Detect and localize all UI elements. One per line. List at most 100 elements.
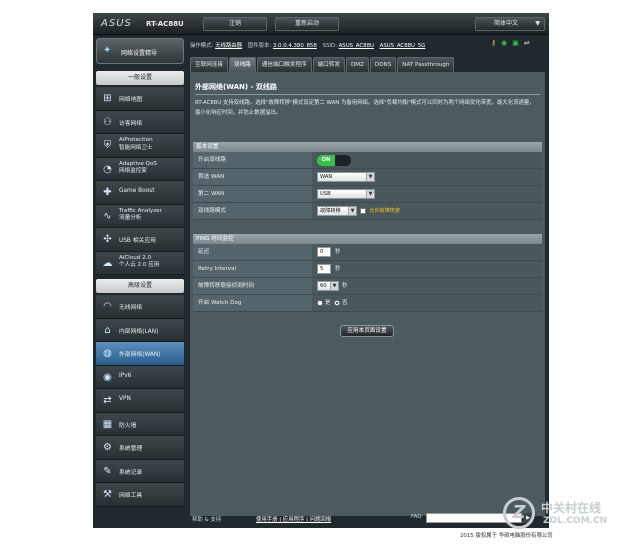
sidebar-item-game-boost[interactable]: ✚ Game Boost <box>96 181 184 205</box>
key-icon[interactable]: ⚷ <box>491 39 496 47</box>
tab-nat-passthrough[interactable]: NAT Passthrough <box>397 57 455 72</box>
sidebar-item-label: AiProtection 智能网络卫士 <box>119 137 153 151</box>
wifi-icon: ◠ <box>103 301 112 312</box>
failover-detect-label: 故障转移联接侦测时间 <box>193 278 312 294</box>
retry-interval-unit: 秒 <box>335 266 341 272</box>
dual-wan-mode-select[interactable]: 故障转移 ▼ <box>317 206 357 216</box>
firewall-icon: ▦ <box>102 418 113 430</box>
chevron-down-icon: ▼ <box>535 20 540 27</box>
gamepad-icon: ✚ <box>103 187 112 198</box>
usb-status-icon[interactable]: ⇌ <box>524 39 530 47</box>
sidebar: 一般设置 ⊞ 网络地图 ⚇ 访客网络 ⛨ AiProtection 智能网络卫士 ◔ Ad… <box>96 71 184 507</box>
faq-label: FAQ <box>411 514 422 520</box>
basic-settings-header: 基本设置 <box>193 142 542 152</box>
retry-interval-input[interactable]: 5 <box>317 264 331 274</box>
apply-button[interactable]: 应用本页面设置 <box>340 325 394 337</box>
quick-setup-button[interactable]: ✦ 网络设置精导 <box>96 38 184 64</box>
globe-icon: ◍ <box>103 348 112 359</box>
qos-icon: ◔ <box>103 163 112 175</box>
table-row: 开启 Watch Dog 是 否 <box>193 295 542 312</box>
table-row: Retry Interval 5秒 <box>193 261 542 278</box>
home-icon: ⌂ <box>104 324 111 336</box>
top-bar: ASUS RT-AC88U 注销 重新启动 简体中文 ▼ <box>93 13 549 35</box>
watchdog-no-radio[interactable] <box>334 300 340 306</box>
primary-wan-select[interactable]: WAN ▼ <box>317 172 375 182</box>
tab-port-trigger[interactable]: 通信端口触发程序 <box>256 57 312 72</box>
reboot-button[interactable]: 重新启动 <box>275 17 339 31</box>
sidebar-item-label: USB 相关应用 <box>119 238 156 244</box>
tab-internet[interactable]: 互联网连接 <box>190 57 228 72</box>
enable-dual-wan-toggle[interactable]: ON <box>317 155 351 166</box>
help-support-link[interactable]: 帮助 & 支持 <box>192 515 221 523</box>
secondary-wan-label: 第二 WAN <box>193 186 312 202</box>
sidebar-item-adaptive-qos[interactable]: ◔ Adaptive QoS 网络监控家 <box>96 157 184 181</box>
basic-settings-table: 基本设置 开启双线路 ON 首选 WAN WAN ▼ 第二 WAN USB ▼ 双线… <box>193 142 542 220</box>
status-icons: ⚷ ◉ ▣ ⇌ <box>491 39 535 47</box>
main-panel: 外部网络(WAN) - 双线路 RT-AC88U 支持双线路。选择"故障转移"模… <box>190 72 545 516</box>
sidebar-item-aicloud[interactable]: ☁ AiCloud 2.0 个人云 2.0 应用 <box>96 251 184 275</box>
allow-failback-checkbox[interactable] <box>360 208 366 214</box>
table-row: 双线路模式 故障转移 ▼ 允许故障恢复 <box>193 203 542 220</box>
quick-setup-label: 网络设置精导 <box>121 50 158 57</box>
sidebar-item-firewall[interactable]: ▦ 防火墙 <box>96 412 184 436</box>
ssid-24-link[interactable]: ASUS_AC88U <box>339 43 374 49</box>
client-icon[interactable]: ◉ <box>501 39 507 47</box>
footer: 帮助 & 支持 使用手册 | 应用程序 | 问题回报 FAQ ▶ <box>190 513 545 525</box>
sidebar-item-vpn[interactable]: ⇄ VPN <box>96 389 184 413</box>
tab-port-forwarding[interactable]: 端口转发 <box>312 57 345 72</box>
tools-icon: ⚒ <box>103 489 112 500</box>
op-mode-link[interactable]: 无线路由器 <box>215 43 242 49</box>
sidebar-item-ipv6[interactable]: ◉ IPv6 <box>96 365 184 389</box>
sidebar-item-label: 系统管理 <box>119 446 143 452</box>
firmware-link[interactable]: 3.0.0.4.380_858 <box>273 43 317 49</box>
tab-dual-wan[interactable]: 双线路 <box>228 57 256 72</box>
sidebar-item-traffic-analyzer[interactable]: ∿ Traffic Analyzer 流量分析 <box>96 204 184 228</box>
toggle-on-label: ON <box>317 155 335 166</box>
sidebar-item-label: Adaptive QoS 网络监控家 <box>119 160 157 175</box>
sidebar-item-lan[interactable]: ⌂ 内部网络(LAN) <box>96 318 184 342</box>
watchdog-yes-label: 是 <box>325 300 331 306</box>
tab-ddns[interactable]: DDNS <box>369 57 397 72</box>
zol-logo-icon: Z <box>503 497 535 529</box>
secondary-wan-value: USB <box>320 191 331 197</box>
traffic-icon: ∿ <box>103 210 112 222</box>
primary-wan-value: WAN <box>320 174 333 180</box>
sidebar-item-administration[interactable]: ⚙ 系统管理 <box>96 436 184 460</box>
page-description: RT-AC88U 支持双线路。选择"故障转移"模式设定第二 WAN 为备用网络。… <box>195 100 535 116</box>
watchdog-label: 开启 Watch Dog <box>193 295 312 311</box>
watchdog-yes-radio[interactable] <box>317 300 323 306</box>
ipv6-icon: ◉ <box>103 371 112 383</box>
secondary-wan-select[interactable]: USB ▼ <box>317 189 375 199</box>
model-name: RT-AC88U <box>146 20 184 28</box>
sidebar-item-guest-network[interactable]: ⚇ 访客网络 <box>96 110 184 134</box>
sidebar-item-network-map[interactable]: ⊞ 网络地图 <box>96 87 184 111</box>
sidebar-item-system-log[interactable]: ✎ 系统记录 <box>96 459 184 483</box>
table-row: 故障转移联接侦测时间 60 ▼ 秒 <box>193 278 542 295</box>
sidebar-item-wireless[interactable]: ◠ 无线网络 <box>96 295 184 319</box>
delay-input[interactable]: 0 <box>317 247 331 257</box>
chevron-down-icon: ▼ <box>348 207 356 215</box>
footer-links[interactable]: 使用手册 | 应用程序 | 问题回报 <box>256 515 331 523</box>
usb-icon: ✣ <box>103 234 112 245</box>
devices-icon[interactable]: ▣ <box>512 39 519 47</box>
delay-label: 延迟 <box>193 244 312 260</box>
dual-wan-mode-label: 双线路模式 <box>193 203 312 219</box>
sidebar-item-wan[interactable]: ◍ 外部网络(WAN) <box>96 342 184 366</box>
enable-dual-wan-label: 开启双线路 <box>193 152 312 168</box>
sidebar-item-label: 防火墙 <box>119 422 137 429</box>
title-divider <box>195 94 540 95</box>
sidebar-item-usb[interactable]: ✣ USB 相关应用 <box>96 228 184 252</box>
logout-button[interactable]: 注销 <box>203 17 267 31</box>
network-map-icon: ⊞ <box>103 93 112 104</box>
table-row: 第二 WAN USB ▼ <box>193 186 542 203</box>
sidebar-item-network-tools[interactable]: ⚒ 网络工具 <box>96 483 184 507</box>
page-title: 外部网络(WAN) - 双线路 <box>195 83 277 91</box>
tab-dmz[interactable]: DMZ <box>345 57 369 72</box>
failover-detect-select[interactable]: 60 ▼ <box>317 281 339 291</box>
delay-unit: 秒 <box>335 249 341 255</box>
chevron-down-icon: ▼ <box>330 282 338 290</box>
watchdog-no-label: 否 <box>342 300 348 306</box>
sidebar-item-aiprotection[interactable]: ⛨ AiProtection 智能网络卫士 <box>96 134 184 158</box>
ssid-5-link[interactable]: ASUS_AC88U_5G <box>380 43 426 49</box>
language-select[interactable]: 简体中文 ▼ <box>475 17 545 31</box>
